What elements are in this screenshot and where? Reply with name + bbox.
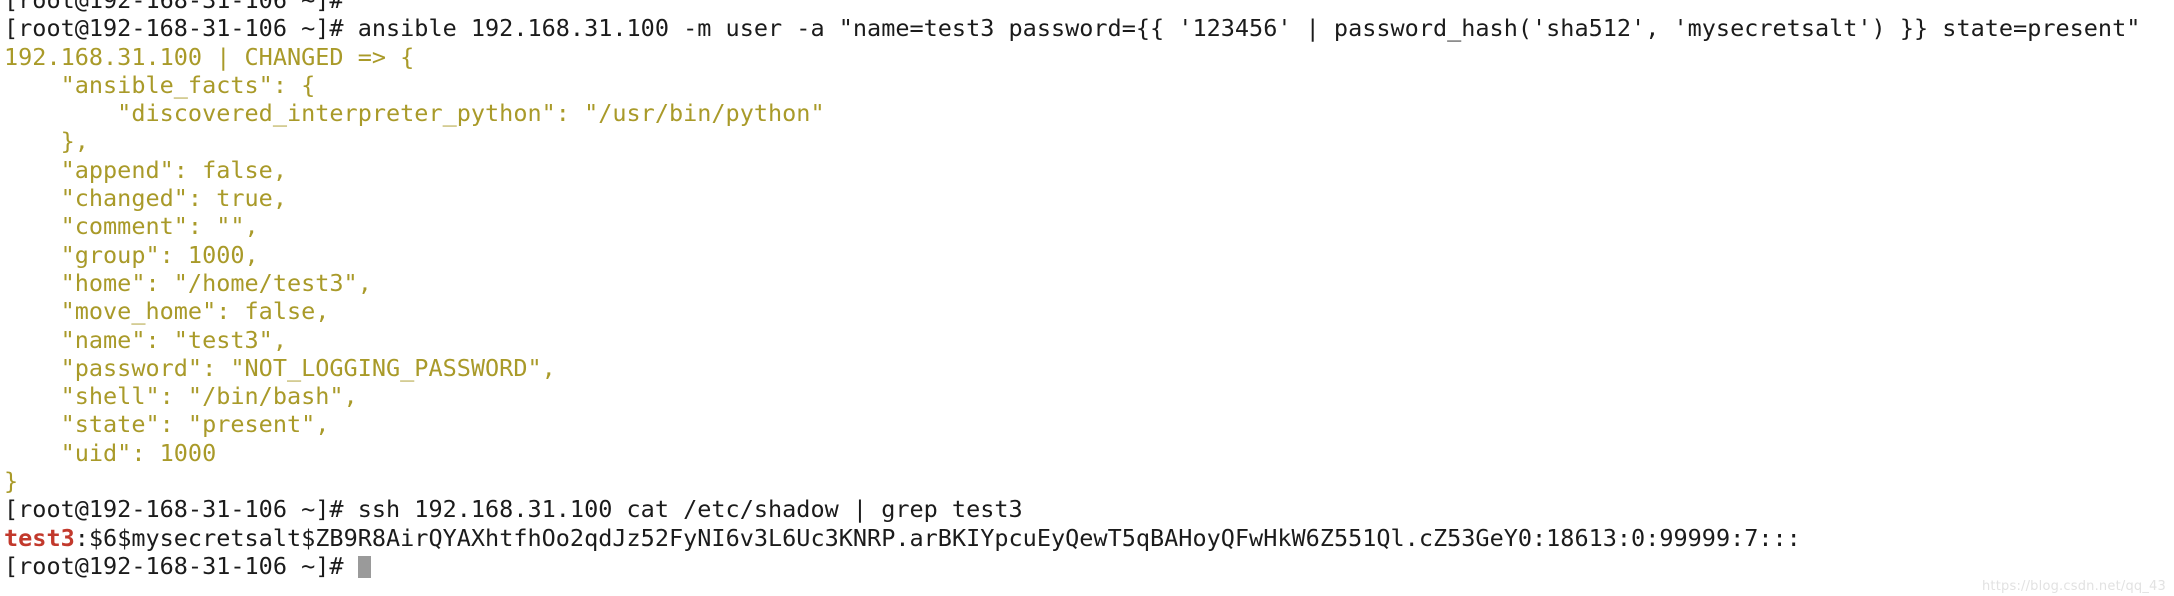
line-move-home: "move_home": false, bbox=[0, 297, 2174, 325]
line-interpreter: "discovered_interpreter_python": "/usr/b… bbox=[0, 99, 2174, 127]
line-text: } bbox=[4, 467, 19, 496]
line-text: "shell": "/bin/bash", bbox=[4, 382, 358, 411]
line-text: "append": false, bbox=[4, 155, 287, 184]
prompt-text: [root@192-168-31-106 ~]# bbox=[4, 551, 358, 580]
line-shadow-entry: test3:$6$mysecretsalt$ZB9R8AirQYAXhtfhOo… bbox=[0, 524, 2174, 552]
terminal-screen[interactable]: [root@192-168-31-106 ~]# [root@192-168-31… bbox=[0, 0, 2174, 580]
terminal-window[interactable]: [root@192-168-31-106 ~]# [root@192-168-31… bbox=[0, 0, 2174, 596]
line-final-prompt: [root@192-168-31-106 ~]# bbox=[0, 552, 2174, 580]
line-ansible-cmd: [root@192-168-31-106 ~]# ansible 192.168… bbox=[0, 14, 2174, 42]
line-text: [root@192-168-31-106 ~]# ansible 192.168… bbox=[4, 14, 2141, 43]
line-ansible-facts: "ansible_facts": { bbox=[0, 71, 2174, 99]
line-text: "move_home": false, bbox=[4, 297, 330, 326]
line-changed: 192.168.31.100 | CHANGED => { bbox=[0, 43, 2174, 71]
line-text: "home": "/home/test3", bbox=[4, 268, 372, 297]
line-state: "state": "present", bbox=[0, 410, 2174, 438]
line-ssh-cmd: [root@192-168-31-106 ~]# ssh 192.168.31.… bbox=[0, 495, 2174, 523]
line-home: "home": "/home/test3", bbox=[0, 269, 2174, 297]
line-text: 192.168.31.100 | CHANGED => { bbox=[4, 42, 415, 71]
line-text: "state": "present", bbox=[4, 410, 330, 439]
line-text: "group": 1000, bbox=[4, 240, 259, 269]
line-uid: "uid": 1000 bbox=[0, 439, 2174, 467]
shadow-hash-text: :$6$mysecretsalt$ZB9R8AirQYAXhtfhOo2qdJz… bbox=[74, 523, 1801, 552]
line-text: "ansible_facts": { bbox=[4, 70, 316, 99]
line-group: "group": 1000, bbox=[0, 241, 2174, 269]
line-json-close: } bbox=[0, 467, 2174, 495]
line-comment: "comment": "", bbox=[0, 212, 2174, 240]
watermark-text: https://blog.csdn.net/qq_43 bbox=[1981, 579, 2166, 594]
line-text: }, bbox=[4, 127, 89, 156]
line-changed-key: "changed": true, bbox=[0, 184, 2174, 212]
line-text: [root@192-168-31-106 ~]# ssh 192.168.31.… bbox=[4, 495, 1023, 524]
line-text: [root@192-168-31-106 ~]# bbox=[4, 0, 344, 14]
line-0-clipped: [root@192-168-31-106 ~]# bbox=[0, 0, 2174, 14]
grep-match: test3 bbox=[4, 523, 75, 552]
line-facts-close: }, bbox=[0, 127, 2174, 155]
line-text: "comment": "", bbox=[4, 212, 259, 241]
line-text: "discovered_interpreter_python": "/usr/b… bbox=[4, 99, 825, 128]
line-text: "name": "test3", bbox=[4, 325, 287, 354]
line-text: "changed": true, bbox=[4, 184, 287, 213]
line-text: "password": "NOT_LOGGING_PASSWORD", bbox=[4, 353, 556, 382]
text-cursor[interactable] bbox=[357, 555, 371, 578]
line-name: "name": "test3", bbox=[0, 326, 2174, 354]
line-append: "append": false, bbox=[0, 156, 2174, 184]
line-shell: "shell": "/bin/bash", bbox=[0, 382, 2174, 410]
line-text: "uid": 1000 bbox=[4, 438, 217, 467]
line-password: "password": "NOT_LOGGING_PASSWORD", bbox=[0, 354, 2174, 382]
